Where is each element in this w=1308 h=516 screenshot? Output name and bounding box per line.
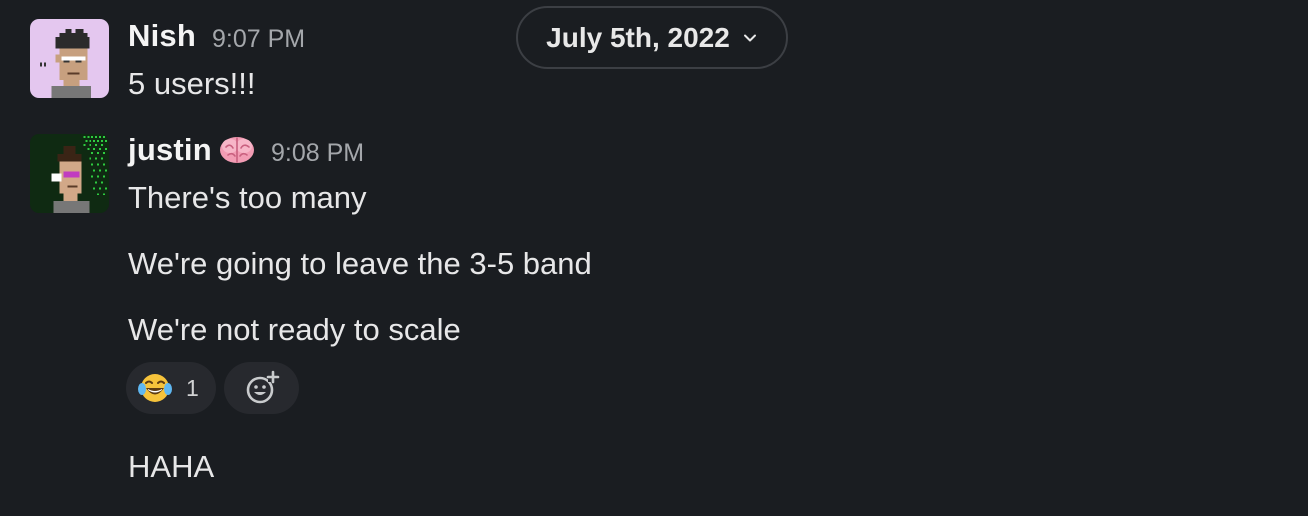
justin-avatar-image [30, 134, 109, 213]
avatar-nish[interactable] [30, 19, 109, 98]
date-divider-label: July 5th, 2022 [546, 21, 730, 53]
message-text: There's too many [128, 180, 367, 215]
author-name[interactable]: Nish [128, 18, 196, 54]
author-name[interactable]: justin [128, 132, 212, 168]
message-text: HAHA [128, 449, 215, 484]
message-text: We're going to leave the 3-5 band [128, 246, 592, 281]
message-text: We're not ready to scale [128, 312, 461, 347]
reaction-pill[interactable]: 1 [126, 362, 216, 414]
message-text: 5 users!!! [128, 66, 256, 101]
laughing-with-tears-emoji-icon [138, 374, 172, 402]
message-timestamp[interactable]: 9:07 PM [212, 25, 305, 54]
date-divider-button[interactable]: July 5th, 2022 [516, 6, 788, 69]
message-timestamp[interactable]: 9:08 PM [271, 139, 364, 168]
nish-avatar-image [30, 19, 109, 98]
add-reaction-button[interactable] [224, 362, 299, 414]
avatar-justin[interactable] [30, 134, 109, 213]
reaction-count: 1 [186, 374, 199, 401]
chevron-down-icon [743, 34, 756, 41]
add-reaction-icon [246, 370, 279, 404]
brain-icon[interactable] [218, 133, 256, 167]
